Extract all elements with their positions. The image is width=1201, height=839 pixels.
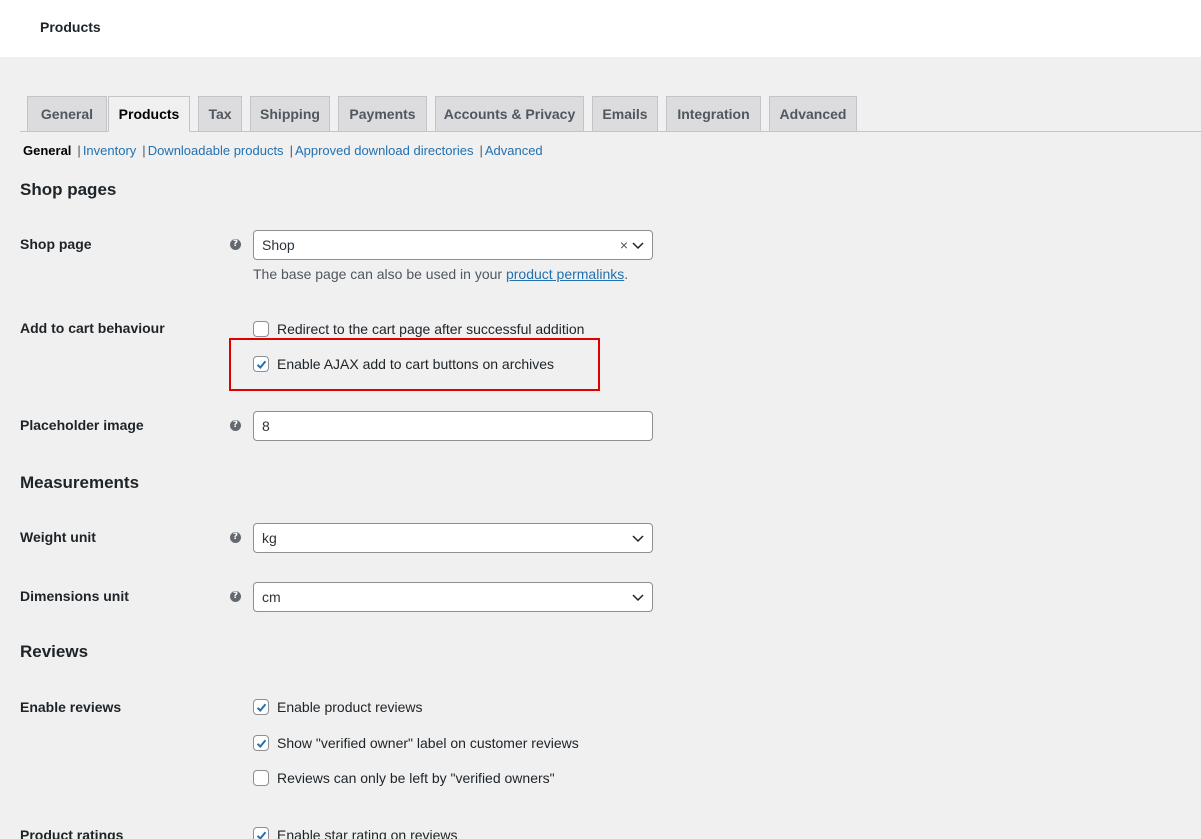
verified-owner-label-text: Show "verified owner" label on customer … bbox=[277, 735, 579, 751]
subnav-advanced[interactable]: Advanced bbox=[485, 143, 543, 158]
subnav-inventory[interactable]: Inventory bbox=[83, 143, 136, 158]
tab-accounts-privacy[interactable]: Accounts & Privacy bbox=[435, 96, 584, 131]
section-title-shop-pages: Shop pages bbox=[20, 180, 117, 199]
add-to-cart-label: Add to cart behaviour bbox=[20, 320, 165, 336]
section-title-measurements: Measurements bbox=[20, 473, 140, 492]
subnav-downloadable-products[interactable]: Downloadable products bbox=[148, 143, 284, 158]
checkmark-icon bbox=[256, 703, 267, 712]
shop-page-description: The base page can also be used in your p… bbox=[253, 266, 629, 282]
tab-payments[interactable]: Payments bbox=[338, 96, 427, 131]
help-icon[interactable]: ? bbox=[230, 591, 241, 602]
dimensions-unit-select[interactable]: cm bbox=[253, 582, 653, 612]
chevron-down-icon bbox=[632, 535, 644, 543]
weight-unit-value: kg bbox=[262, 530, 277, 546]
tab-products[interactable]: Products bbox=[108, 96, 190, 132]
help-icon[interactable]: ? bbox=[230, 532, 241, 543]
weight-unit-select[interactable]: kg bbox=[253, 523, 653, 553]
redirect-to-cart-option[interactable]: Redirect to the cart page after successf… bbox=[253, 320, 584, 338]
help-icon[interactable]: ? bbox=[230, 239, 241, 250]
section-title-reviews: Reviews bbox=[20, 642, 89, 661]
section-subnav: General | Inventory | Downloadable products |… bbox=[23, 143, 543, 158]
highlight-box bbox=[229, 338, 600, 391]
placeholder-image-label: Placeholder image bbox=[20, 417, 144, 433]
chevron-down-icon bbox=[632, 242, 644, 250]
enable-reviews-label: Enable reviews bbox=[20, 699, 122, 715]
enable-product-reviews-checkbox[interactable] bbox=[253, 699, 269, 715]
subnav-current: General bbox=[23, 143, 72, 158]
verified-owners-only-text: Reviews can only be left by "verified ow… bbox=[277, 770, 555, 786]
settings-tabs: General Products Tax Shipping Payments A… bbox=[20, 96, 1201, 132]
placeholder-image-input[interactable] bbox=[253, 411, 653, 441]
shop-page-value: Shop bbox=[262, 237, 295, 253]
checkmark-icon bbox=[256, 831, 267, 839]
tab-shipping[interactable]: Shipping bbox=[250, 96, 330, 131]
star-rating-checkbox[interactable] bbox=[253, 827, 269, 839]
enable-product-reviews-text: Enable product reviews bbox=[277, 699, 423, 715]
clear-icon[interactable]: × bbox=[620, 231, 628, 259]
enable-product-reviews-option[interactable]: Enable product reviews bbox=[253, 698, 423, 716]
help-icon[interactable]: ? bbox=[230, 420, 241, 431]
verified-owner-label-option[interactable]: Show "verified owner" label on customer … bbox=[253, 734, 579, 752]
weight-unit-label: Weight unit bbox=[20, 529, 96, 545]
tab-advanced[interactable]: Advanced bbox=[769, 96, 857, 131]
shop-page-label: Shop page bbox=[20, 236, 92, 252]
tab-general[interactable]: General bbox=[27, 96, 107, 131]
dimensions-unit-value: cm bbox=[262, 589, 281, 605]
tab-emails[interactable]: Emails bbox=[592, 96, 658, 131]
product-ratings-label: Product ratings bbox=[20, 827, 124, 839]
tab-tax[interactable]: Tax bbox=[198, 96, 242, 131]
top-bar: Products bbox=[0, 0, 1201, 57]
star-rating-option[interactable]: Enable star rating on reviews bbox=[253, 826, 458, 839]
chevron-down-icon bbox=[632, 594, 644, 602]
verified-owners-only-option[interactable]: Reviews can only be left by "verified ow… bbox=[253, 769, 555, 787]
redirect-to-cart-text: Redirect to the cart page after successf… bbox=[277, 321, 585, 337]
product-permalinks-link[interactable]: product permalinks bbox=[506, 266, 624, 282]
redirect-to-cart-checkbox[interactable] bbox=[253, 321, 269, 337]
star-rating-text: Enable star rating on reviews bbox=[277, 827, 458, 839]
verified-owners-only-checkbox[interactable] bbox=[253, 770, 269, 786]
subnav-approved-download-directories[interactable]: Approved download directories bbox=[295, 143, 474, 158]
checkmark-icon bbox=[256, 739, 267, 748]
dimensions-unit-label: Dimensions unit bbox=[20, 588, 129, 604]
verified-owner-label-checkbox[interactable] bbox=[253, 735, 269, 751]
shop-page-select[interactable]: Shop × bbox=[253, 230, 653, 260]
tab-integration[interactable]: Integration bbox=[666, 96, 761, 131]
page-title: Products bbox=[40, 19, 101, 35]
